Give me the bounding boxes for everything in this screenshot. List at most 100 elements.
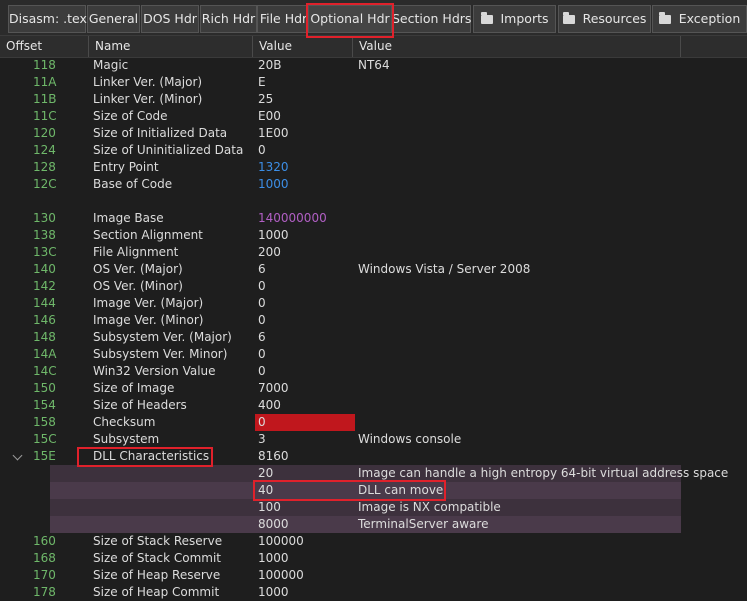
flag-value: 100 [258, 500, 281, 514]
row-name: OS Ver. (Minor) [93, 279, 183, 293]
table-row[interactable]: 12C Base of Code 1000 [0, 176, 747, 193]
row-offset: 11A [33, 75, 57, 89]
row-offset: 124 [33, 143, 56, 157]
row-offset: 11B [33, 92, 57, 106]
row-value: 1000 [258, 551, 289, 565]
row-value: 100000 [258, 568, 304, 582]
row-name: Base of Code [93, 177, 173, 191]
flag-value: 8000 [258, 517, 289, 531]
tab-section-hdrs[interactable]: Section Hdrs [391, 5, 471, 33]
row-offset: 154 [33, 398, 56, 412]
row-name: Subsystem Ver. (Major) [93, 330, 232, 344]
row-value: 1320 [258, 160, 289, 174]
row-offset: 130 [33, 211, 56, 225]
table-row[interactable]: 142 OS Ver. (Minor) 0 [0, 278, 747, 295]
table-row[interactable]: 146 Image Ver. (Minor) 0 [0, 312, 747, 329]
table-row[interactable]: 160 Size of Stack Reserve 100000 [0, 533, 747, 550]
row-offset: 142 [33, 279, 56, 293]
row-description: Windows Vista / Server 2008 [358, 262, 531, 276]
table-row[interactable]: 154 Size of Headers 400 [0, 397, 747, 414]
table-row[interactable]: 150 Size of Image 7000 [0, 380, 747, 397]
table-row[interactable]: 138 Section Alignment 1000 [0, 227, 747, 244]
table-row[interactable]: 11A Linker Ver. (Major) E [0, 74, 747, 91]
row-name: Linker Ver. (Major) [93, 75, 203, 89]
flag-value: 40 [258, 483, 274, 497]
row-description: Windows console [358, 432, 462, 446]
checksum-warning-cell [255, 414, 355, 431]
row-offset: 14A [33, 347, 57, 361]
row-value: 0 [258, 347, 266, 361]
row-offset: 144 [33, 296, 56, 310]
table-row[interactable]: 13C File Alignment 200 [0, 244, 747, 261]
table-row[interactable]: 148 Subsystem Ver. (Major) 6 [0, 329, 747, 346]
row-offset: 128 [33, 160, 56, 174]
tab-disasm-text[interactable]: Disasm: .text [8, 5, 92, 33]
table-row[interactable]: 14C Win32 Version Value 0 [0, 363, 747, 380]
table-row[interactable]: 118 Magic 20B NT64 [0, 57, 747, 74]
row-value: 200 [258, 245, 281, 259]
row-name: Size of Heap Reserve [93, 568, 221, 582]
row-offset: 11C [33, 109, 57, 123]
row-offset: 170 [33, 568, 56, 582]
tab-exception[interactable]: Exception [652, 5, 747, 33]
table-row[interactable]: 158 Checksum 0 [0, 414, 747, 431]
table-row[interactable]: 168 Size of Stack Commit 1000 [0, 550, 747, 567]
column-header-offset[interactable]: Offset [0, 36, 89, 57]
table-row[interactable]: 144 Image Ver. (Major) 0 [0, 295, 747, 312]
table-row[interactable]: 11B Linker Ver. (Minor) 25 [0, 91, 747, 108]
dll-flag-row[interactable]: 100 Image is NX compatible [0, 499, 747, 516]
column-header-name[interactable]: Name [89, 36, 253, 57]
table-row[interactable]: 11C Size of Code E00 [0, 108, 747, 125]
row-name: Section Alignment [93, 228, 203, 242]
folder-icon [658, 12, 671, 24]
table-row[interactable]: 130 Image Base 140000000 [0, 210, 747, 227]
dll-flag-row[interactable]: 40 DLL can move [0, 482, 747, 499]
row-description: NT64 [358, 58, 390, 72]
row-offset: 14C [33, 364, 57, 378]
row-offset: 15E [33, 449, 56, 463]
row-offset: 140 [33, 262, 56, 276]
chevron-down-icon[interactable] [12, 450, 23, 461]
tab-rich-hdr[interactable]: Rich Hdr [200, 5, 257, 33]
tab-imports[interactable]: Imports [473, 5, 556, 33]
row-name: Magic [93, 58, 129, 72]
tab-resources[interactable]: Resources [558, 5, 651, 33]
table-row[interactable]: 14A Subsystem Ver. Minor) 0 [0, 346, 747, 363]
flag-description: Image is NX compatible [358, 500, 501, 514]
dll-flag-row[interactable]: 8000 TerminalServer aware [0, 516, 747, 533]
row-value: E [258, 75, 266, 89]
table-row[interactable]: 178 Size of Heap Commit 1000 [0, 584, 747, 601]
table-row[interactable]: 140 OS Ver. (Major) 6 Windows Vista / Serve… [0, 261, 747, 278]
column-header-value-desc[interactable]: Value [353, 36, 681, 57]
tab-optional-hdr[interactable]: Optional Hdr [308, 5, 392, 33]
tab-label: Resources [582, 11, 647, 26]
row-offset: 118 [33, 58, 56, 72]
column-header-value[interactable]: Value [253, 36, 353, 57]
row-name: Entry Point [93, 160, 159, 174]
row-name: Size of Stack Commit [93, 551, 222, 565]
flag-description: DLL can move [358, 483, 444, 497]
tab-file-hdr[interactable]: File Hdr [257, 5, 310, 33]
tab-label: Rich Hdr [201, 11, 256, 26]
table-row[interactable]: 120 Size of Initialized Data 1E00 [0, 125, 747, 142]
tab-dos-hdr[interactable]: DOS Hdr [141, 5, 199, 33]
row-name: Size of Uninitialized Data [93, 143, 244, 157]
folder-icon [480, 12, 493, 24]
row-name: Checksum [93, 415, 156, 429]
row-value: 0 [258, 143, 266, 157]
row-name: Image Ver. (Major) [93, 296, 204, 310]
flag-description: TerminalServer aware [358, 517, 489, 531]
table-row[interactable]: 15C Subsystem 3 Windows console [0, 431, 747, 448]
dll-flag-row[interactable]: 20 Image can handle a high entropy 64-bit… [0, 465, 747, 482]
table-row[interactable]: 170 Size of Heap Reserve 100000 [0, 567, 747, 584]
row-name: Subsystem [93, 432, 160, 446]
row-name: Size of Code [93, 109, 168, 123]
table-row[interactable]: 128 Entry Point 1320 [0, 159, 747, 176]
tab-label: Section Hdrs [392, 11, 472, 26]
row-value: 400 [258, 398, 281, 412]
table-row[interactable] [0, 193, 747, 210]
row-offset: 138 [33, 228, 56, 242]
tab-general[interactable]: General [87, 5, 140, 33]
table-row[interactable]: 15E DLL Characteristics 8160 [0, 448, 747, 465]
table-row[interactable]: 124 Size of Uninitialized Data 0 [0, 142, 747, 159]
